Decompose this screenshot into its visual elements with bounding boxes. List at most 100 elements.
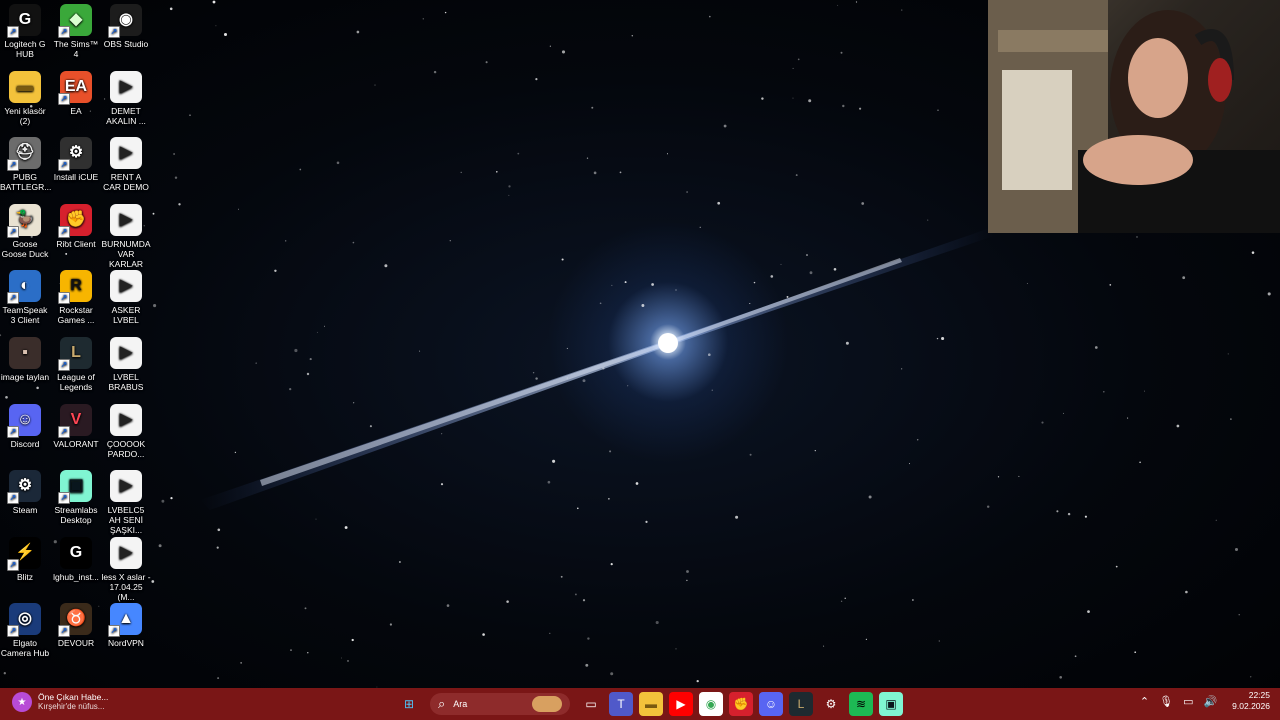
settings-icon[interactable]: ⚙ xyxy=(819,692,843,716)
file-explorer-icon[interactable]: ▬ xyxy=(639,692,663,716)
streamlabs-icon: ▣ ↗ xyxy=(58,470,92,505)
logitech-g-icon: G xyxy=(60,536,92,569)
image-file-icon: ▪ xyxy=(9,337,41,369)
blitz-icon: ⚡ ↗ xyxy=(7,536,41,571)
shortcut-arrow-icon: ↗ xyxy=(58,292,70,305)
desktop-icon[interactable]: ▶ ÇOOOOK PARDO... xyxy=(101,400,151,466)
taskbar: ★ Öne Çıkan Habe... Kırşehir'de nüfus...… xyxy=(0,688,1280,720)
system-tray: ⌃ 🎙 ▭ 🔊 22:25 9.02.2026 xyxy=(1135,690,1270,712)
video-file-icon: ▶ xyxy=(110,536,142,569)
task-view-icon[interactable]: ▭ xyxy=(579,692,603,716)
desktop-icon[interactable]: ▣ ↗ Streamlabs Desktop xyxy=(51,466,101,532)
desktop-icon[interactable]: ♉ ↗ DEVOUR xyxy=(51,599,101,665)
video-file-icon: ▶ xyxy=(110,403,142,436)
video-file-icon: ▶ xyxy=(110,137,142,170)
desktop-icon[interactable]: ▶ BURNUMDA VAR KARLAR xyxy=(101,200,151,269)
sims-plumbob-icon: ◆ ↗ xyxy=(58,4,92,38)
obs-icon: ◉ ↗ xyxy=(108,4,142,38)
desktop-icon-label: ASKER LVBEL xyxy=(111,305,141,326)
desktop-icon[interactable]: ⚡ ↗ Blitz xyxy=(0,533,50,599)
display-icon[interactable]: ▭ xyxy=(1183,695,1193,708)
folder-icon: ▬ xyxy=(9,70,41,103)
desktop-icon[interactable]: ☺ ↗ Discord xyxy=(0,400,50,466)
video-file-icon: ▶ xyxy=(110,270,142,303)
teams-icon[interactable]: T xyxy=(609,692,633,716)
desktop-icon[interactable]: ▬ Yeni klasör (2) xyxy=(0,67,50,133)
desktop-icon[interactable]: ◉ ↗ OBS Studio xyxy=(101,0,151,66)
riot-client-icon[interactable]: ✊ xyxy=(729,692,753,716)
speaker-icon[interactable]: 🔊 xyxy=(1203,695,1217,708)
youtube-icon[interactable]: ▶ xyxy=(669,692,693,716)
shortcut-arrow-icon: ↗ xyxy=(108,26,120,38)
desktop-icon[interactable]: 🦆 ↗ Goose Goose Duck xyxy=(0,200,50,266)
streamlabs-icon[interactable]: ▣ xyxy=(879,692,903,716)
windows-start-icon[interactable]: ⊞ xyxy=(397,692,421,716)
shortcut-arrow-icon: ↗ xyxy=(108,625,120,638)
shortcut-arrow-icon: ↗ xyxy=(7,558,19,571)
news-widget[interactable]: ★ Öne Çıkan Habe... Kırşehir'de nüfus... xyxy=(12,692,108,712)
teamspeak-icon: ◐ ↗ xyxy=(7,270,41,305)
desktop-icon[interactable]: ✊ ↗ Riot Client xyxy=(51,200,101,266)
discord-icon[interactable]: ☺ xyxy=(759,692,783,716)
shortcut-arrow-icon: ↗ xyxy=(7,492,19,505)
desktop-icon-label: DEMET AKALIN ... xyxy=(106,105,146,126)
desktop-icon[interactable]: ◆ ↗ The Sims™ 4 xyxy=(51,0,101,66)
desktop-icon[interactable]: ⚙ ↗ Steam xyxy=(0,466,50,532)
desktop-icon[interactable]: ▶ LVBELC5 AH SENİ ŞAŞKI... xyxy=(101,466,151,535)
desktop-icon[interactable]: ▶ DEMET AKALIN ... xyxy=(101,67,151,133)
desktop-icon-label: LVBEL BRABUS xyxy=(108,372,144,392)
desktop-icon[interactable]: ▪ image taylan xyxy=(0,333,50,399)
desktop-icon-label: Elgato Camera Hub xyxy=(0,638,50,659)
desktop-icon[interactable]: ▶ ASKER LVBEL xyxy=(101,266,151,332)
news-avatar-icon: ★ xyxy=(12,692,32,712)
desktop-icon[interactable]: ▶ RENT A CAR DEMO xyxy=(101,133,151,199)
desktop-icon[interactable]: ▶ less X aslar - 17.04.25 (M... xyxy=(101,533,151,602)
desktop-icon[interactable]: EA ↗ EA xyxy=(51,67,101,133)
desktop-icon-label: Logitech G HUB xyxy=(4,39,46,59)
desktop-icon[interactable]: ◎ ↗ Elgato Camera Hub xyxy=(0,599,50,665)
desktop-icon[interactable]: L ↗ League of Legends xyxy=(51,333,101,399)
shortcut-arrow-icon: ↗ xyxy=(58,26,70,38)
video-file-icon: ▶ xyxy=(110,70,142,103)
search-placeholder: Ara xyxy=(453,699,468,709)
desktop-icon[interactable]: ⛑ ↗ PUBG BATTLEGR... xyxy=(0,133,52,199)
desktop-icon-label: DEVOUR xyxy=(57,638,95,649)
rockstar-icon: R ↗ xyxy=(58,270,92,305)
desktop-icon-label: The Sims™ 4 xyxy=(53,39,99,59)
desktop-icon[interactable]: Glghub_inst... xyxy=(51,533,101,599)
microphone-icon[interactable]: 🎙 xyxy=(1159,695,1173,708)
spotify-icon[interactable]: ≋ xyxy=(849,692,873,716)
nordvpn-icon: ▲ ↗ xyxy=(108,603,142,638)
search-box[interactable]: ⌕ Ara xyxy=(430,693,570,715)
pubg-icon: ⛑ ↗ xyxy=(7,137,41,172)
search-icon: ⌕ xyxy=(438,696,446,711)
shortcut-arrow-icon: ↗ xyxy=(7,292,19,305)
shortcut-arrow-icon: ↗ xyxy=(7,26,19,38)
desktop-icon[interactable]: ◐ ↗ TeamSpeak 3 Client xyxy=(0,266,50,332)
clock-date[interactable]: 9.02.2026 xyxy=(1232,701,1270,712)
desktop-icon-label: PUBG BATTLEGR... xyxy=(0,172,52,193)
desktop-icon[interactable]: ▶ LVBEL BRABUS xyxy=(101,333,151,399)
clock-time[interactable]: 22:25 xyxy=(1232,690,1270,701)
desktop-icon-label: Install iCUE xyxy=(53,172,99,183)
shortcut-arrow-icon: ↗ xyxy=(58,425,70,438)
desktop-icon[interactable]: V ↗ VALORANT xyxy=(51,400,101,466)
search-highlight-icon xyxy=(532,696,562,712)
desktop-icon-label: Steam xyxy=(12,505,38,516)
desktop-icon-label: ÇOOOOK PARDO... xyxy=(106,438,146,459)
desktop-icon[interactable]: ▲ ↗ NordVPN xyxy=(101,599,151,665)
desktop-icon-label: Goose Goose Duck xyxy=(1,238,49,259)
chrome-icon[interactable]: ◉ xyxy=(699,692,723,716)
desktop-icon[interactable]: G ↗ Logitech G HUB xyxy=(0,0,50,66)
video-file-icon: ▶ xyxy=(110,203,142,236)
chevron-up-icon[interactable]: ⌃ xyxy=(1140,695,1149,708)
desktop-icon[interactable]: R ↗ Rockstar Games ... xyxy=(51,266,101,332)
desktop-icon[interactable]: ⚙ ↗ Install iCUE xyxy=(51,133,101,199)
desktop-icon-label: League of Legends xyxy=(57,372,95,392)
elgato-icon: ◎ ↗ xyxy=(7,603,41,638)
desktop-icon-label: Streamlabs Desktop xyxy=(54,505,98,526)
desktop-icon-label: Riot Client xyxy=(56,238,96,249)
league-icon[interactable]: L xyxy=(789,692,813,716)
valorant-icon: V ↗ xyxy=(58,403,92,438)
news-subtitle: Kırşehir'de nüfus... xyxy=(38,702,105,711)
